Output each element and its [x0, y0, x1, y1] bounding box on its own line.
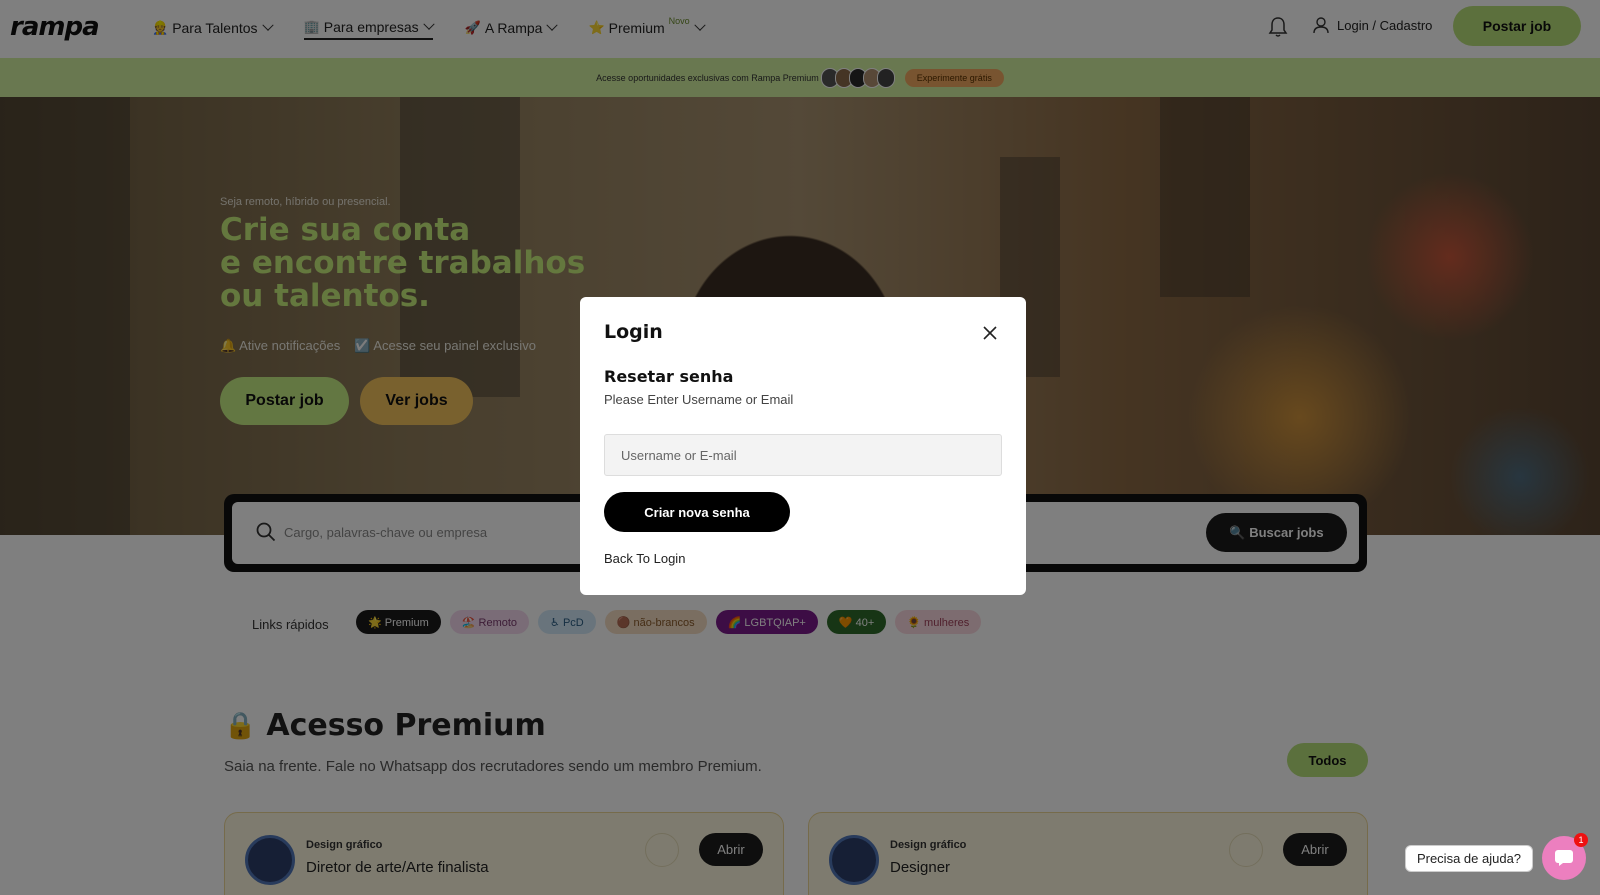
notification-badge: 1 — [1574, 833, 1588, 847]
login-modal: Login Resetar senha Please Enter Usernam… — [580, 297, 1026, 595]
modal-title: Login — [604, 321, 663, 343]
chat-icon — [1555, 850, 1573, 866]
reset-password-heading: Resetar senha — [604, 367, 734, 386]
reset-password-description: Please Enter Username or Email — [604, 392, 794, 407]
create-new-password-button[interactable]: Criar nova senha — [604, 492, 790, 532]
username-email-input[interactable] — [604, 434, 1002, 476]
help-bubble[interactable]: Precisa de ajuda? — [1405, 845, 1533, 872]
back-to-login-link[interactable]: Back To Login — [604, 551, 685, 566]
close-icon[interactable] — [982, 325, 998, 341]
